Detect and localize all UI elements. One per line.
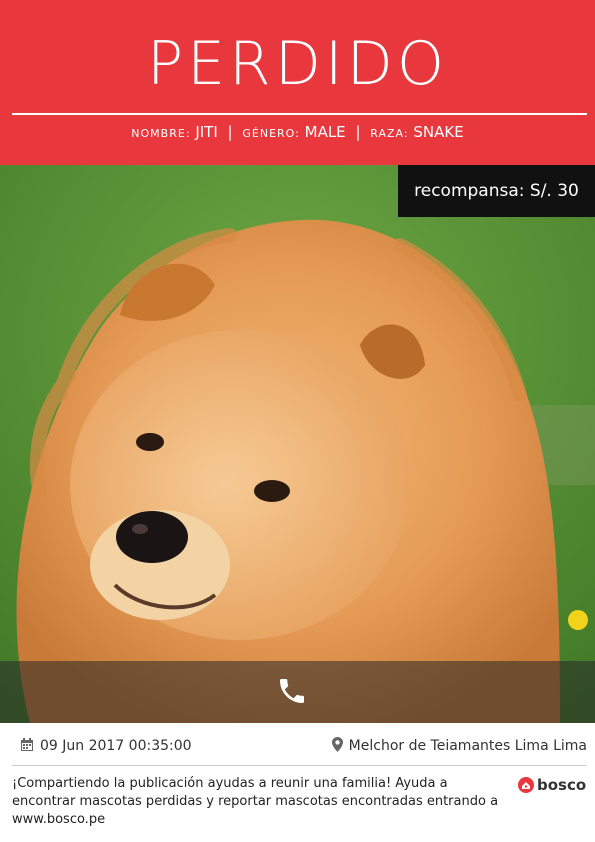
pet-photo (0, 165, 595, 723)
reward-badge: recompansa: S/. 30 (398, 165, 595, 217)
gender-label: GÉNERO: (242, 127, 300, 140)
info-divider (12, 765, 587, 766)
breed-label: RAZA: (370, 127, 409, 140)
name-label: NOMBRE: (131, 127, 191, 140)
phone-icon[interactable] (276, 675, 308, 707)
brand-logo[interactable]: bosco (518, 776, 586, 794)
bosco-logo-icon (518, 777, 534, 793)
location-row: Melchor de Teiamantes Lima Lima (331, 737, 587, 755)
breed-value: SNAKE (413, 123, 464, 141)
date-row: 09 Jun 2017 00:35:00 (20, 737, 192, 755)
dog-illustration (0, 165, 595, 723)
separator: | (355, 123, 361, 141)
gender-value: MALE (304, 123, 346, 141)
header-divider (12, 113, 587, 115)
reward-label: recompansa: (414, 181, 525, 201)
page-title: PERDIDO (146, 29, 449, 99)
separator: | (227, 123, 233, 141)
name-value: JITI (195, 123, 218, 141)
reward-amount: S/. 30 (529, 181, 579, 201)
location-text: Melchor de Teiamantes Lima Lima (348, 738, 587, 754)
calendar-icon (21, 738, 33, 751)
map-pin-icon (331, 737, 343, 752)
brand-name: bosco (537, 776, 587, 794)
pet-details: NOMBRE: JITI | GÉNERO: MALE | RAZA: SNAK… (0, 122, 595, 144)
header-banner: PERDIDO NOMBRE: JITI | GÉNERO: MALE | RA… (0, 0, 595, 165)
post-date: 09 Jun 2017 00:35:00 (40, 738, 192, 754)
promo-text: ¡Compartiendo la publicación ayudas a re… (12, 776, 499, 827)
